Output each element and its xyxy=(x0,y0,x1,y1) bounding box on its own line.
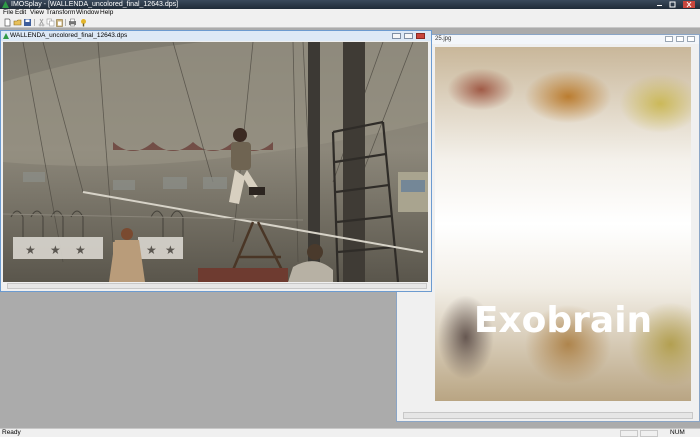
image-canvas: Exobrain xyxy=(435,47,691,401)
menubar: File Edit View Transform Window Help xyxy=(0,9,700,17)
status-ready: Ready xyxy=(2,429,21,436)
help-icon[interactable] xyxy=(79,18,88,27)
toolbar-separator xyxy=(65,19,66,26)
toolbar-separator xyxy=(34,19,35,26)
statusbar: Ready NUM xyxy=(0,428,700,437)
video-horizontal-scrollbar[interactable] xyxy=(7,283,427,289)
video-window-close-icon[interactable] xyxy=(416,33,425,39)
video-window-title: WALLENDA_uncolored_final_12643.dps xyxy=(10,32,128,39)
image-window-title: 25.jpg xyxy=(435,36,452,42)
svg-text:★: ★ xyxy=(75,243,86,257)
image-window-close-icon[interactable] xyxy=(687,36,695,42)
video-window-logo-icon xyxy=(3,33,9,39)
image-horizontal-scrollbar[interactable] xyxy=(403,412,693,419)
status-num: NUM xyxy=(670,429,685,436)
toolbar xyxy=(0,17,700,28)
menu-edit[interactable]: Edit xyxy=(15,9,26,17)
video-window-caption: WALLENDA_uncolored_final_12643.dps xyxy=(1,31,431,41)
close-icon[interactable] xyxy=(683,1,695,8)
image-window-minimize-icon[interactable] xyxy=(665,36,673,42)
mdi-workspace: 25.jpg Exobrain WALLENDA_uncolored_final… xyxy=(0,28,700,428)
open-folder-icon[interactable] xyxy=(13,18,22,27)
video-frame: ★ ★ ★ ★ ★ xyxy=(3,42,428,282)
cut-icon[interactable] xyxy=(37,18,46,27)
video-window-minimize-icon[interactable] xyxy=(392,33,401,39)
svg-text:★: ★ xyxy=(25,243,36,257)
status-pane xyxy=(640,430,658,437)
image-window: 25.jpg Exobrain xyxy=(396,34,700,422)
minimize-icon[interactable] xyxy=(655,1,664,8)
copy-icon[interactable] xyxy=(46,18,55,27)
video-window: WALLENDA_uncolored_final_12643.dps ★ ★ ★… xyxy=(0,30,432,292)
image-watermark: Exobrain xyxy=(473,300,653,341)
circus-scene-image: ★ ★ ★ ★ ★ xyxy=(3,42,428,282)
menu-window[interactable]: Window xyxy=(76,9,99,17)
paste-icon[interactable] xyxy=(55,18,64,27)
new-file-icon[interactable] xyxy=(3,18,12,27)
image-window-caption: 25.jpg xyxy=(397,35,699,44)
menu-file[interactable]: File xyxy=(3,9,13,17)
save-icon[interactable] xyxy=(23,18,32,27)
app-title: IMOSplay - [WALLENDA_uncolored_final_126… xyxy=(11,1,179,8)
image-window-maximize-icon[interactable] xyxy=(676,36,684,42)
menu-transform[interactable]: Transform xyxy=(46,9,75,17)
menu-view[interactable]: View xyxy=(30,9,44,17)
svg-text:★: ★ xyxy=(50,243,61,257)
app-logo-icon xyxy=(2,1,9,8)
svg-text:★: ★ xyxy=(165,243,176,257)
video-window-restore-icon[interactable] xyxy=(404,33,413,39)
app-titlebar: IMOSplay - [WALLENDA_uncolored_final_126… xyxy=(0,0,700,9)
menu-help[interactable]: Help xyxy=(100,9,113,17)
status-pane xyxy=(620,430,638,437)
svg-text:★: ★ xyxy=(146,243,157,257)
print-icon[interactable] xyxy=(68,18,77,27)
maximize-icon[interactable] xyxy=(668,1,677,8)
